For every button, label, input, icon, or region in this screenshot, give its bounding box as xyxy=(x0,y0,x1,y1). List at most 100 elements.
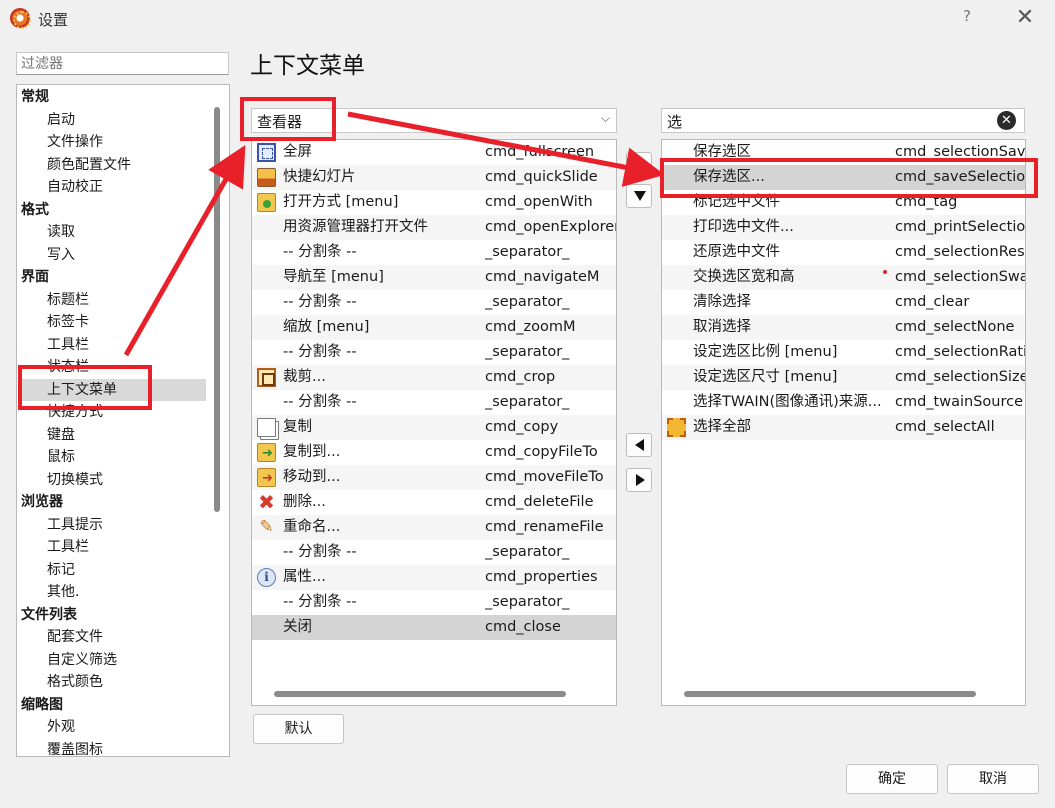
list-item[interactable]: -- 分割条 -- _separator_ xyxy=(252,540,616,565)
list-item-name: 取消选择 xyxy=(693,319,751,335)
tree-item[interactable]: 切换模式 xyxy=(47,469,103,492)
tree-group[interactable]: 界面 xyxy=(21,266,49,289)
tree-item[interactable]: 键盘 xyxy=(47,424,75,447)
list-item[interactable]: 裁剪... cmd_crop xyxy=(252,365,616,390)
list-item-command: _separator_ xyxy=(485,394,570,410)
list-item[interactable]: 复制到... cmd_copyFileTo xyxy=(252,440,616,466)
tree-item[interactable]: 自定义筛选 xyxy=(47,649,117,672)
tree-item[interactable]: 鼠标 xyxy=(47,446,75,469)
clear-search-icon[interactable]: ✕ xyxy=(997,111,1016,130)
select-all-icon xyxy=(667,418,686,437)
list-item[interactable]: 用资源管理器打开文件 cmd_openExplorer xyxy=(252,215,616,240)
tree-group[interactable]: 文件列表 xyxy=(21,604,77,627)
commands-hscrollbar[interactable] xyxy=(684,691,976,697)
tree-item[interactable]: 标题栏 xyxy=(47,289,89,312)
remove-from-menu-button[interactable] xyxy=(626,468,652,492)
tree-item[interactable]: 配套文件 xyxy=(47,626,103,649)
list-item[interactable]: 交换选区宽和高 cmd_selectionSwa xyxy=(662,265,1025,290)
tree-item[interactable]: 文件操作 xyxy=(47,131,103,154)
tree-item[interactable]: 格式颜色 xyxy=(47,671,103,694)
close-window-button[interactable]: ✕ xyxy=(1010,3,1040,33)
list-item-name: 缩放 [menu] xyxy=(283,319,370,335)
list-item-name: 选择TWAIN(图像通讯)来源... xyxy=(693,394,882,410)
move-down-button[interactable] xyxy=(626,184,652,208)
move-up-button[interactable] xyxy=(626,152,652,176)
ok-button[interactable]: 确定 xyxy=(846,764,938,794)
list-item[interactable]: ✎ 重命名... cmd_renameFile xyxy=(252,515,616,540)
filter-input[interactable] xyxy=(16,52,229,75)
cancel-button[interactable]: 取消 xyxy=(947,764,1039,794)
annotation-box-tree-item xyxy=(18,365,152,410)
open-with-icon xyxy=(257,193,276,212)
tree-item[interactable]: 外观 xyxy=(47,716,75,739)
list-item[interactable]: ✖ 删除... cmd_deleteFile xyxy=(252,490,616,515)
tree-group[interactable]: 缩略图 xyxy=(21,694,63,717)
list-item[interactable]: -- 分割条 -- _separator_ xyxy=(252,290,616,315)
list-item[interactable]: 复制 cmd_copy xyxy=(252,415,616,440)
tree-item[interactable]: 自动校正 xyxy=(47,176,103,199)
copy-icon xyxy=(257,418,276,437)
tree-item[interactable]: 覆盖图标 xyxy=(47,739,103,757)
tree-item[interactable]: 颜色配置文件 xyxy=(47,154,131,177)
list-item-command: cmd_renameFile xyxy=(485,519,604,535)
list-item[interactable]: 移动到... cmd_moveFileTo xyxy=(252,465,616,491)
tree-item[interactable]: 工具栏 xyxy=(47,334,89,357)
tree-item[interactable]: 标签卡 xyxy=(47,311,89,334)
annotation-box-command xyxy=(660,158,1038,198)
tree-item[interactable]: 其他. xyxy=(47,581,79,604)
list-item-command: cmd_selectionRatio xyxy=(895,344,1025,360)
list-item[interactable]: 还原选中文件 cmd_selectionRest xyxy=(662,240,1025,265)
list-item-command: cmd_printSelection xyxy=(895,219,1025,235)
list-item-name: 快捷幻灯片 xyxy=(283,169,356,185)
list-item-name: 用资源管理器打开文件 xyxy=(283,219,428,235)
list-item-command: cmd_selectionSwa xyxy=(895,269,1025,285)
help-button[interactable]: ? xyxy=(957,7,977,29)
list-item-command: cmd_navigateM xyxy=(485,269,600,285)
triangle-up-icon xyxy=(634,159,646,169)
add-to-menu-button[interactable] xyxy=(626,433,652,457)
tree-item[interactable]: 启动 xyxy=(47,109,75,132)
list-item[interactable]: 导航至 [menu] cmd_navigateM xyxy=(252,265,616,290)
list-item-command: cmd_selectionSize xyxy=(895,369,1025,385)
list-item[interactable]: -- 分割条 -- _separator_ xyxy=(252,390,616,415)
tree-item[interactable]: 标记 xyxy=(47,559,75,582)
list-item[interactable]: -- 分割条 -- _separator_ xyxy=(252,590,616,615)
crop-icon xyxy=(257,368,276,387)
command-search-field[interactable]: 选 ✕ xyxy=(661,108,1025,133)
list-item[interactable]: 取消选择 cmd_selectNone xyxy=(662,315,1025,340)
list-item[interactable]: 打开方式 [menu] cmd_openWith xyxy=(252,190,616,215)
list-item[interactable]: 设定选区尺寸 [menu] cmd_selectionSize xyxy=(662,365,1025,390)
available-commands-list[interactable]: 选择全部 cmd_selectAll 选择TWAIN(图像通讯)来源... cmd_t… xyxy=(661,139,1026,706)
tree-scrollbar[interactable] xyxy=(214,107,220,512)
default-button[interactable]: 默认 xyxy=(253,714,344,744)
tree-group[interactable]: 常规 xyxy=(21,86,49,109)
list-item[interactable]: -- 分割条 -- _separator_ xyxy=(252,240,616,265)
delete-icon: ✖ xyxy=(258,490,275,514)
tree-item[interactable]: 工具栏 xyxy=(47,536,89,559)
list-item[interactable]: 关闭 cmd_close xyxy=(252,615,616,640)
list-item[interactable]: 打印选中文件... cmd_printSelection xyxy=(662,215,1025,240)
tree-group[interactable]: 浏览器 xyxy=(21,491,63,514)
tree-item[interactable]: 工具提示 xyxy=(47,514,103,537)
list-item[interactable]: 选择全部 cmd_selectAll xyxy=(662,415,1025,440)
tree-item[interactable]: 写入 xyxy=(47,244,75,267)
list-item-command: _separator_ xyxy=(485,294,570,310)
list-item[interactable]: 缩放 [menu] cmd_zoomM xyxy=(252,315,616,340)
list-item[interactable]: 设定选区比例 [menu] cmd_selectionRatio xyxy=(662,340,1025,365)
list-item[interactable]: 清除选择 cmd_clear xyxy=(662,290,1025,315)
list-item-command: cmd_selectAll xyxy=(895,419,995,435)
copy-to-icon xyxy=(257,441,276,466)
list-item[interactable]: -- 分割条 -- _separator_ xyxy=(252,340,616,365)
list-item[interactable]: i 属性... cmd_properties xyxy=(252,565,616,590)
list-item[interactable]: 全屏 cmd_fullscreen xyxy=(252,140,616,165)
tree-item[interactable]: 读取 xyxy=(47,221,75,244)
settings-tree[interactable]: 常规 启动 文件操作 颜色配置文件 自动校正 格式 读取 写入 界面 标题栏 标签卡 工具栏 状态栏 上下… xyxy=(16,84,230,757)
tree-group[interactable]: 格式 xyxy=(21,199,49,222)
list-item-command: cmd_copyFileTo xyxy=(485,444,598,460)
list-item[interactable]: 选择TWAIN(图像通讯)来源... cmd_twainSource xyxy=(662,390,1025,415)
menu-items-hscrollbar[interactable] xyxy=(274,691,566,697)
list-item[interactable]: 快捷幻灯片 cmd_quickSlide xyxy=(252,165,616,190)
app-logo-icon xyxy=(10,8,31,29)
chevron-down-icon[interactable]: ⌵ xyxy=(601,111,610,126)
menu-items-list[interactable]: 关闭 cmd_close -- 分割条 -- _separator_ i 属性... cmd… xyxy=(251,139,617,706)
